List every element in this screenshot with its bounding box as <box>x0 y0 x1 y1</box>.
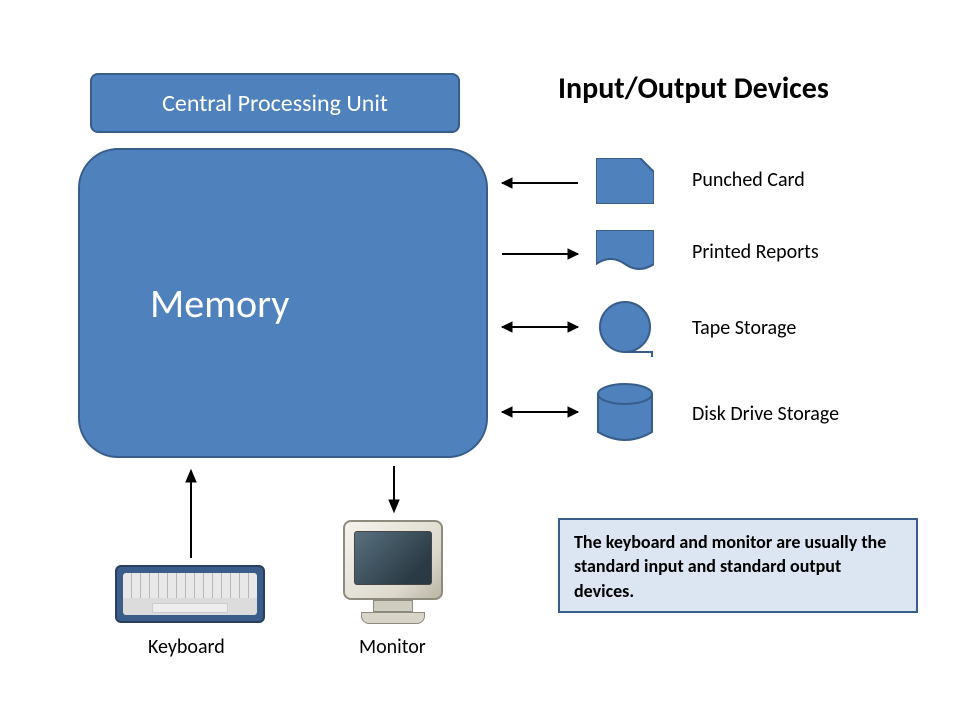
disk-storage-label: Disk Drive Storage <box>692 402 839 426</box>
io-devices-heading: Input/Output Devices <box>558 70 829 107</box>
arrow-punched-card <box>490 174 590 192</box>
tape-storage-label: Tape Storage <box>692 316 796 340</box>
arrow-printed-reports <box>490 245 590 263</box>
punched-card-icon <box>596 158 654 204</box>
tape-storage-icon <box>596 300 654 358</box>
monitor-label: Monitor <box>359 635 426 659</box>
memory-label: Memory <box>150 279 289 328</box>
keyboard-icon <box>115 565 265 623</box>
printed-reports-label: Printed Reports <box>692 240 819 264</box>
arrow-monitor <box>385 462 403 518</box>
note-text: The keyboard and monitor are usually the… <box>574 531 886 602</box>
memory-block: Memory <box>78 148 488 458</box>
arrow-tape-storage <box>490 318 590 336</box>
monitor-icon <box>343 520 443 630</box>
arrow-keyboard <box>182 462 200 562</box>
disk-storage-icon <box>596 382 654 444</box>
printed-reports-icon <box>596 230 654 274</box>
punched-card-label: Punched Card <box>692 168 805 192</box>
cpu-block: Central Processing Unit <box>90 73 460 133</box>
keyboard-label: Keyboard <box>148 635 225 659</box>
arrow-disk-storage <box>490 403 590 421</box>
note-box: The keyboard and monitor are usually the… <box>558 518 918 613</box>
cpu-label: Central Processing Unit <box>162 89 388 118</box>
